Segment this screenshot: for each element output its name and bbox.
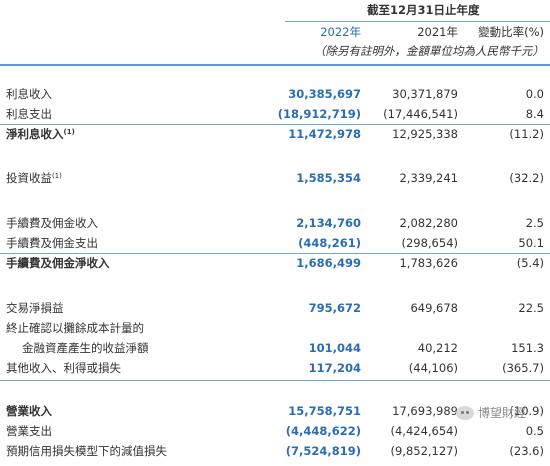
value-2022: 795,672 xyxy=(308,301,361,315)
value-2021: (17,446,541) xyxy=(383,107,458,121)
value-2021: 2,082,280 xyxy=(399,216,458,230)
row-label: 預期信用損失模型下的減值損失 xyxy=(6,444,167,458)
change-pct: 151.3 xyxy=(511,341,544,355)
value-2021: 2,339,241 xyxy=(399,171,458,185)
row-label: 利息收入 xyxy=(6,87,52,101)
col-2022-header: 2022年 xyxy=(320,25,361,39)
table-row: 金融資產產生的收益淨額 101,044 40,212 151.3 xyxy=(0,338,550,358)
value-2022: 30,385,697 xyxy=(288,87,361,101)
value-2022: 2,134,760 xyxy=(296,216,361,230)
row-label: 淨利息收入(1) xyxy=(6,127,75,141)
change-pct: 8.4 xyxy=(525,107,544,121)
row-label: 交易淨損益 xyxy=(6,301,64,315)
value-2021: 12,925,338 xyxy=(392,127,458,141)
value-2022: 117,204 xyxy=(308,361,361,375)
change-pct: (11.2) xyxy=(509,127,544,141)
footnote-mark: (1) xyxy=(63,128,75,136)
value-2021: 17,693,989 xyxy=(392,404,458,418)
change-pct: (23.6) xyxy=(509,444,544,458)
row-label: 終止確認以攤餘成本計量的 xyxy=(6,321,144,335)
value-2021: (4,424,654) xyxy=(390,424,458,438)
value-2022: 101,044 xyxy=(308,341,361,355)
change-pct: (5.4) xyxy=(516,256,544,270)
table-row: 投資收益(1) 1,585,354 2,339,241 (32.2) xyxy=(0,168,550,188)
row-label: 手續費及佣金收入 xyxy=(6,216,98,230)
row-divider xyxy=(0,380,550,381)
row-label: 營業支出 xyxy=(6,424,52,438)
header-bottom-rule xyxy=(0,64,550,66)
table-row: 手續費及佣金收入 2,134,760 2,082,280 2.5 xyxy=(0,213,550,233)
wechat-icon xyxy=(456,406,474,420)
table-row: 淨利息收入(1) 11,472,978 12,925,338 (11.2) xyxy=(0,124,550,144)
table-row: 預期信用損失模型下的減值損失 (7,524,819) (9,852,127) (… xyxy=(0,441,550,461)
change-pct: 50.1 xyxy=(518,236,544,250)
row-label: 金融資產產生的收益淨額 xyxy=(22,341,149,355)
change-pct: 22.5 xyxy=(518,301,544,315)
change-pct: 0.0 xyxy=(525,87,544,101)
row-label: 其他收入、利得或損失 xyxy=(6,361,121,375)
value-2022: 1,585,354 xyxy=(296,171,361,185)
header-rule xyxy=(285,21,550,22)
change-pct: (32.2) xyxy=(509,171,544,185)
row-label: 投資收益(1) xyxy=(6,171,62,185)
value-2021: 40,212 xyxy=(417,341,458,355)
row-label: 利息支出 xyxy=(6,107,52,121)
value-2022: (7,524,819) xyxy=(285,444,361,458)
value-2021: 30,371,879 xyxy=(392,87,458,101)
value-2022: (18,912,719) xyxy=(277,107,361,121)
value-2021: (9,852,127) xyxy=(390,444,458,458)
watermark-text: 博望財經 xyxy=(478,406,527,420)
row-label: 營業收入 xyxy=(6,404,52,418)
table-row: 手續費及佣金支出 (448,261) (298,654) 50.1 xyxy=(0,233,550,253)
value-2021: (298,654) xyxy=(401,236,458,250)
row-label: 手續費及佣金淨收入 xyxy=(6,256,110,270)
watermark: 博望財經 xyxy=(456,404,546,426)
table-row: 其他收入、利得或損失 117,204 (44,106) (365.7) xyxy=(0,358,550,378)
col-2021-header: 2021年 xyxy=(417,25,458,39)
value-2021: 1,783,626 xyxy=(399,256,458,270)
table-row: 手續費及佣金淨收入 1,686,499 1,783,626 (5.4) xyxy=(0,253,550,273)
value-2022: 15,758,751 xyxy=(288,404,361,418)
table-row: 終止確認以攤餘成本計量的 xyxy=(0,318,550,338)
footnote-mark: (1) xyxy=(52,172,62,180)
value-2022: (4,448,622) xyxy=(285,424,361,438)
value-2022: 11,472,978 xyxy=(288,127,361,141)
table-row: 利息收入 30,385,697 30,371,879 0.0 xyxy=(0,84,550,104)
row-label: 手續費及佣金支出 xyxy=(6,236,98,250)
value-2022: (448,261) xyxy=(298,236,361,250)
value-2022: 1,686,499 xyxy=(296,256,361,270)
value-2021: 649,678 xyxy=(410,301,458,315)
unit-note: （除另有註明外，金額單位均為人民幣千元） xyxy=(314,44,544,58)
period-header: 截至12月31日止年度 xyxy=(367,3,480,17)
table-row: 利息支出 (18,912,719) (17,446,541) 8.4 xyxy=(0,104,550,124)
change-pct: 2.5 xyxy=(525,216,544,230)
table-row: 交易淨損益 795,672 649,678 22.5 xyxy=(0,298,550,318)
col-change-header: 變動比率(%) xyxy=(478,25,544,39)
value-2021: (44,106) xyxy=(408,361,458,375)
change-pct: (365.7) xyxy=(502,361,544,375)
